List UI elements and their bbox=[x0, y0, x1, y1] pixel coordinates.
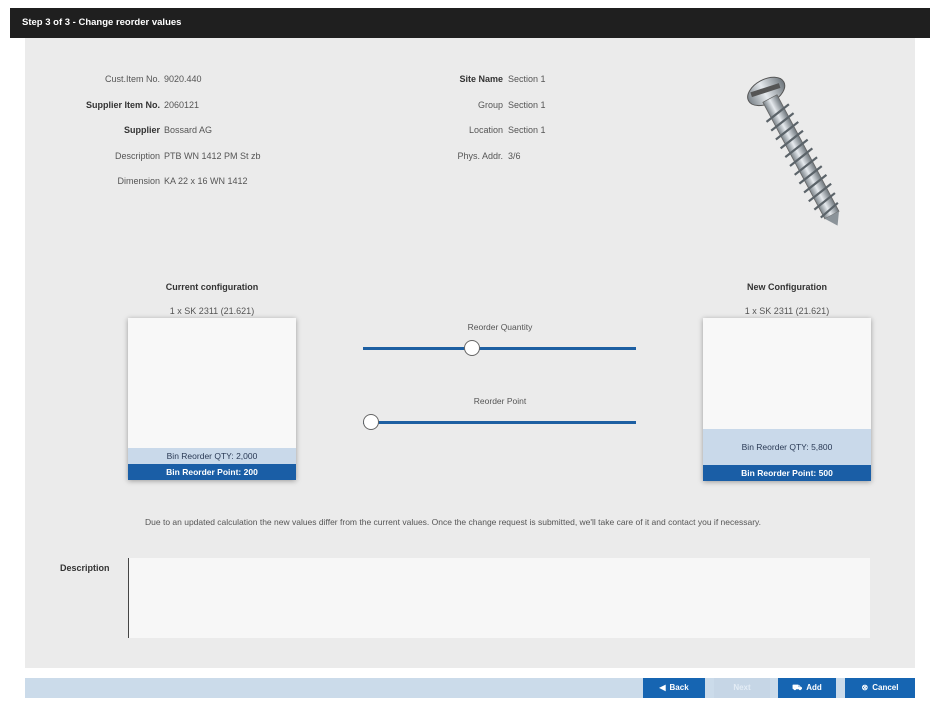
cancel-button-label: Cancel bbox=[872, 683, 899, 692]
location-detail-value: 3/6 bbox=[508, 150, 521, 161]
location-detail-label: Group bbox=[477, 99, 503, 110]
current-reorder-point: Bin Reorder Point: 200 bbox=[128, 464, 296, 480]
reorder-point-slider-thumb[interactable] bbox=[363, 414, 379, 430]
location-detail-label: Site Name bbox=[459, 74, 503, 84]
item-detail-value: 2060121 bbox=[164, 99, 200, 110]
current-config-title: Current configuration bbox=[165, 282, 259, 292]
reorder-point-label: Reorder Point bbox=[473, 396, 527, 406]
back-button[interactable]: ◀ Back bbox=[643, 678, 705, 698]
cart-icon: ⛟ bbox=[792, 683, 803, 692]
window-title: Step 3 of 3 - Change reorder values bbox=[10, 8, 930, 38]
arrow-left-icon: ◀ bbox=[659, 683, 666, 692]
item-detail-label: Supplier bbox=[123, 125, 160, 135]
reorder-quantity-label: Reorder Quantity bbox=[467, 322, 533, 332]
item-detail-value: 9020.440 bbox=[164, 74, 202, 84]
current-reorder-qty: Bin Reorder QTY: 2,000 bbox=[128, 448, 296, 464]
item-detail-value: PTB WN 1412 PM St zb bbox=[164, 150, 261, 161]
close-circle-icon: ⊗ bbox=[861, 683, 869, 692]
item-detail-label: Dimension bbox=[117, 176, 160, 186]
calculation-note: Due to an updated calculation the new va… bbox=[145, 517, 762, 527]
new-reorder-qty: Bin Reorder QTY: 5,800 bbox=[703, 429, 871, 465]
item-detail-label: Cust.Item No. bbox=[104, 74, 160, 84]
new-config-bin: 1 x SK 2311 (21.621) bbox=[744, 306, 830, 316]
item-detail-label: Supplier Item No. bbox=[85, 99, 160, 110]
current-config-bin: 1 x SK 2311 (21.621) bbox=[169, 306, 255, 316]
product-image bbox=[747, 76, 840, 226]
location-detail-value: Section 1 bbox=[508, 74, 546, 84]
cancel-button[interactable]: ⊗ Cancel bbox=[845, 678, 915, 698]
location-detail-value: Section 1 bbox=[508, 125, 546, 135]
location-detail-value: Section 1 bbox=[508, 99, 546, 110]
item-detail-value: KA 22 x 16 WN 1412 bbox=[164, 176, 248, 186]
current-bin-card: Bin Reorder QTY: 2,000 Bin Reorder Point… bbox=[128, 318, 296, 480]
description-label: Description bbox=[60, 563, 110, 573]
new-reorder-point: Bin Reorder Point: 500 bbox=[703, 465, 871, 481]
location-detail-label: Location bbox=[468, 125, 503, 135]
item-detail-value: Bossard AG bbox=[164, 125, 213, 135]
add-button-label: Add bbox=[806, 683, 822, 692]
back-button-label: Back bbox=[669, 683, 689, 692]
description-textarea[interactable] bbox=[128, 558, 870, 638]
location-detail-label: Phys. Addr. bbox=[457, 150, 503, 161]
reorder-point-track[interactable] bbox=[363, 421, 636, 424]
new-config-title: New Configuration bbox=[747, 282, 827, 292]
add-button[interactable]: ⛟ Add bbox=[778, 678, 836, 698]
next-button[interactable]: Next bbox=[714, 678, 770, 698]
reorder-quantity-track[interactable] bbox=[363, 347, 636, 350]
new-bin-card: Bin Reorder QTY: 5,800 Bin Reorder Point… bbox=[703, 318, 871, 481]
next-button-label: Next bbox=[733, 683, 751, 692]
item-detail-label: Description bbox=[114, 150, 160, 161]
